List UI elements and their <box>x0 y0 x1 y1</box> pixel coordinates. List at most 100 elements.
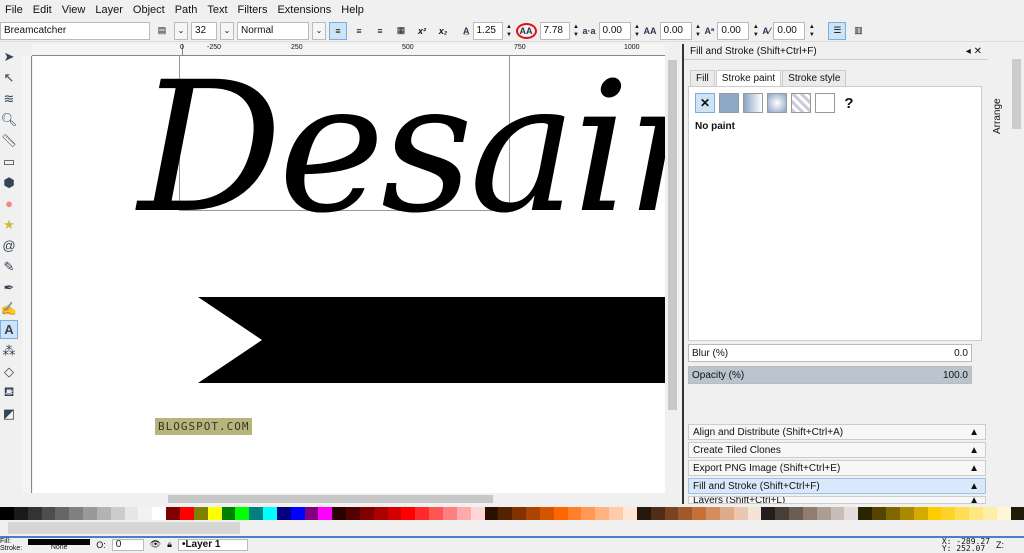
align-right-button[interactable]: ≡ <box>371 22 389 40</box>
palette-swatch[interactable] <box>567 507 582 520</box>
font-style-dropdown[interactable]: ⌄ <box>312 21 326 40</box>
palette-swatch[interactable] <box>678 507 693 520</box>
palette-swatch[interactable] <box>858 507 873 520</box>
word-spacing-input[interactable]: 0.00 <box>598 21 631 40</box>
palette-swatch[interactable] <box>789 507 803 520</box>
opacity-input[interactable]: 0 <box>111 538 144 551</box>
palette-swatch[interactable] <box>747 507 762 520</box>
palette-swatch[interactable] <box>1010 507 1024 520</box>
palette-swatch[interactable] <box>0 507 14 520</box>
palette-swatch[interactable] <box>996 507 1011 520</box>
tab-stroke-paint[interactable]: Stroke paint <box>715 70 782 86</box>
gradient-tool-icon[interactable]: ◩ <box>0 404 18 423</box>
vertical-text-button[interactable]: ▥ <box>849 22 867 40</box>
dock-layers[interactable]: Layers (Shift+Ctrl+L) ▲ <box>688 496 986 504</box>
word-spacing-spinner[interactable]: ▲ ▼ <box>634 23 641 39</box>
menu-filters[interactable]: Filters <box>233 4 273 16</box>
eraser-tool-icon[interactable]: ◇ <box>0 362 18 381</box>
star-tool-icon[interactable]: ★ <box>0 215 18 234</box>
palette-swatch[interactable] <box>470 507 485 520</box>
vertical-shift-input[interactable]: 0.00 <box>717 21 750 40</box>
blur-field[interactable]: Blur (%) 0.0 <box>688 344 972 362</box>
subscript-button[interactable]: x₂ <box>434 22 452 40</box>
no-paint-button[interactable]: ✕ <box>695 93 715 113</box>
ribbon-shape[interactable] <box>33 56 665 493</box>
palette-swatch[interactable] <box>581 507 596 520</box>
swatch-button[interactable] <box>815 93 835 113</box>
palette-swatch[interactable] <box>387 507 402 520</box>
text-tool-icon[interactable]: A <box>0 320 18 339</box>
palette-swatch[interactable] <box>816 507 831 520</box>
palette-swatch[interactable] <box>221 507 236 520</box>
menu-path[interactable]: Path <box>170 4 203 16</box>
palette-swatch[interactable] <box>124 507 139 520</box>
palette-swatch[interactable] <box>982 507 997 520</box>
pen-tool-icon[interactable]: ✒ <box>0 278 18 297</box>
palette-swatch[interactable] <box>249 507 264 520</box>
palette-swatch[interactable] <box>706 507 720 520</box>
palette-swatch[interactable] <box>179 507 194 520</box>
tab-fill[interactable]: Fill <box>690 70 715 86</box>
menu-view[interactable]: View <box>57 4 91 16</box>
lock-icon[interactable]: 🔒︎ <box>167 539 172 550</box>
palette-swatch[interactable] <box>304 507 319 520</box>
blur-value[interactable]: 0.0 <box>954 348 968 359</box>
menu-edit[interactable]: Edit <box>28 4 57 16</box>
palette-swatch[interactable] <box>955 507 970 520</box>
palette-swatch[interactable] <box>83 507 97 520</box>
visibility-icon[interactable]: 👁︎ <box>150 539 161 550</box>
palette-swatch[interactable] <box>318 507 333 520</box>
palette-swatch[interactable] <box>110 507 125 520</box>
palette-swatch[interactable] <box>636 507 651 520</box>
palette-swatch[interactable] <box>138 507 153 520</box>
palette-swatch[interactable] <box>941 507 956 520</box>
panel-collapse-icon[interactable]: ◂ <box>966 46 971 57</box>
dock-fill-stroke[interactable]: Fill and Stroke (Shift+Ctrl+F) ▲ <box>688 478 986 494</box>
horizontal-scrollbar[interactable] <box>33 493 665 505</box>
stroke-swatch[interactable]: None <box>28 544 90 551</box>
palette-swatch[interactable] <box>401 507 416 520</box>
palette-swatch[interactable] <box>276 507 291 520</box>
font-style-select[interactable]: Normal <box>237 21 309 40</box>
font-size-dropdown[interactable]: ⌄ <box>220 21 234 40</box>
palette-swatch[interactable] <box>484 507 499 520</box>
palette-swatch[interactable] <box>539 507 554 520</box>
palette-swatch[interactable] <box>609 507 623 520</box>
palette-swatch[interactable] <box>166 507 180 520</box>
tweak-tool-icon[interactable]: ≋ <box>0 89 18 108</box>
vertical-shift-spinner[interactable]: ▲ ▼ <box>752 23 759 39</box>
palette-swatch[interactable] <box>664 507 679 520</box>
palette-swatch[interactable] <box>152 507 167 520</box>
palette-swatch[interactable] <box>290 507 305 520</box>
palette-swatch[interactable] <box>969 507 983 520</box>
palette-swatch[interactable] <box>235 507 250 520</box>
palette-swatch[interactable] <box>886 507 900 520</box>
kerning-input[interactable]: 0.00 <box>659 21 692 40</box>
unset-paint-button[interactable]: ? <box>839 93 859 113</box>
palette-swatch[interactable] <box>69 507 84 520</box>
palette-swatch[interactable] <box>761 507 776 520</box>
justify-button[interactable]: ▦ <box>392 22 410 40</box>
horizontal-text-button[interactable]: ☰ <box>828 21 847 40</box>
font-family-dropdown[interactable]: ⌄ <box>174 21 188 40</box>
palette-swatch[interactable] <box>622 507 637 520</box>
palette-swatch[interactable] <box>41 507 56 520</box>
palette-swatch[interactable] <box>13 507 28 520</box>
palette-swatch[interactable] <box>927 507 942 520</box>
line-spacing-spinner[interactable]: ▲ ▼ <box>506 23 513 39</box>
palette-swatch[interactable] <box>913 507 928 520</box>
opacity-slider[interactable]: Opacity (%) 100.0 <box>688 366 972 384</box>
menu-help[interactable]: Help <box>336 4 369 16</box>
paint-bucket-tool-icon[interactable]: ⛾ <box>0 383 18 402</box>
palette-swatch[interactable] <box>526 507 540 520</box>
node-tool-icon[interactable]: ↖ <box>0 68 18 87</box>
palette-swatch[interactable] <box>263 507 277 520</box>
spray-tool-icon[interactable]: ⁂ <box>0 341 18 360</box>
spiral-tool-icon[interactable]: @ <box>0 236 18 255</box>
align-left-button[interactable]: ≡ <box>329 21 347 40</box>
measure-tool-icon[interactable]: 📏︎ <box>0 131 18 150</box>
palette-swatch[interactable] <box>456 507 471 520</box>
drawing-canvas[interactable]: DesainZ BLOGSPOT.COM <box>33 56 665 493</box>
palette-swatch[interactable] <box>96 507 111 520</box>
font-family-input[interactable]: Breamcatcher <box>0 21 150 40</box>
